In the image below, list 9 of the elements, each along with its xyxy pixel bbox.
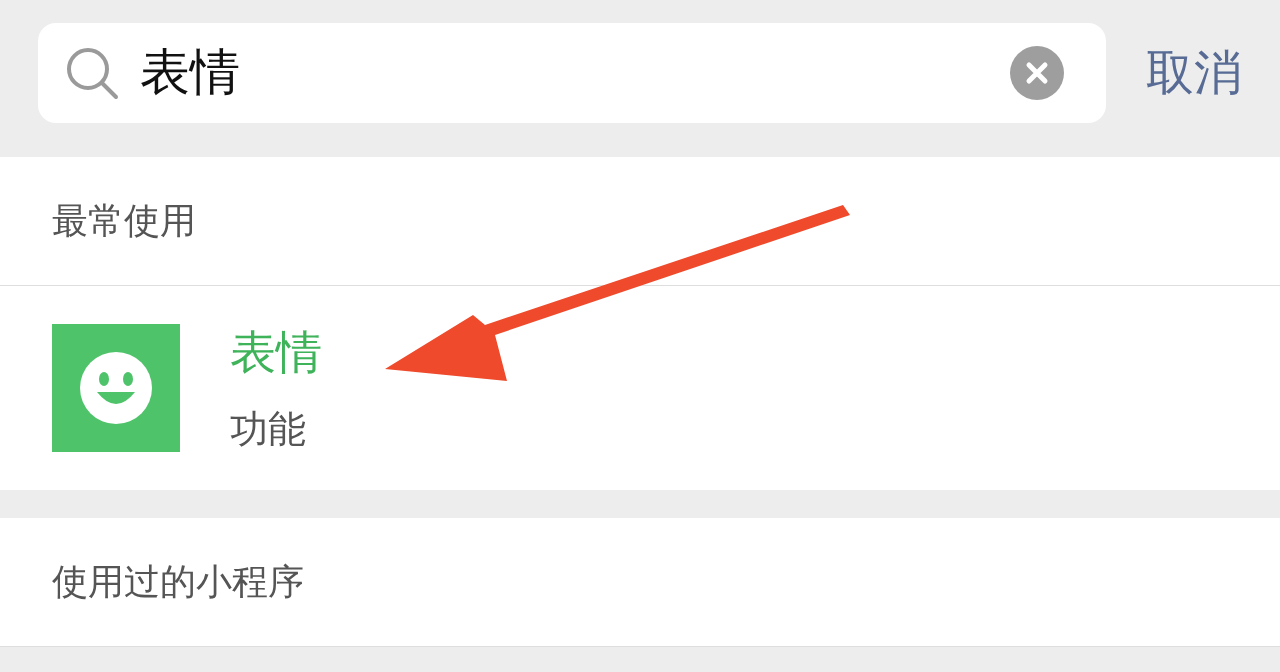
cancel-button[interactable]: 取消 [1146, 40, 1242, 105]
result-title: 表情 [230, 323, 322, 381]
section-header: 使用过的小程序 [52, 559, 304, 604]
clear-icon[interactable] [1010, 45, 1064, 100]
smiley-icon [52, 324, 180, 452]
section-header: 最常使用 [52, 198, 196, 243]
result-subtitle: 功能 [230, 405, 307, 453]
search-field[interactable]: 表情 [38, 22, 1106, 123]
result-item[interactable]: 表情 功能 [0, 286, 1280, 490]
